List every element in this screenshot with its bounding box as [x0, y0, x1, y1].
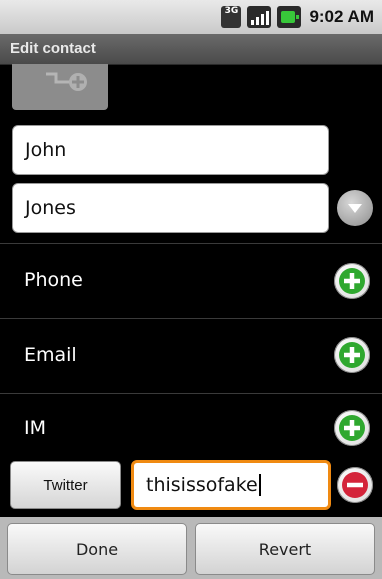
divider — [0, 318, 382, 319]
first-name-value: John — [25, 139, 67, 161]
add-photo-icon — [46, 72, 87, 91]
im-value-field[interactable]: thisissofake — [131, 460, 331, 510]
add-icon — [339, 342, 365, 368]
expand-name-button[interactable] — [337, 190, 373, 226]
chevron-down-icon — [348, 204, 362, 213]
divider — [0, 393, 382, 394]
add-icon — [339, 268, 365, 294]
status-time: 9:02 AM — [309, 7, 374, 26]
add-email-button[interactable] — [334, 337, 370, 373]
remove-im-button[interactable] — [337, 467, 373, 503]
last-name-value: Jones — [25, 197, 76, 219]
add-phone-button[interactable] — [334, 263, 370, 299]
status-bar: 3G 9:02 AM — [0, 0, 382, 34]
revert-label: Revert — [258, 539, 312, 559]
first-name-field[interactable]: John — [12, 125, 329, 175]
add-im-button[interactable] — [334, 410, 370, 446]
revert-button[interactable]: Revert — [195, 523, 375, 575]
im-type-label: Twitter — [43, 476, 88, 494]
network-3g-icon: 3G — [221, 6, 242, 28]
remove-icon — [342, 472, 368, 498]
done-button[interactable]: Done — [7, 523, 187, 575]
divider — [0, 243, 382, 244]
text-cursor — [258, 474, 261, 496]
add-icon — [339, 415, 365, 441]
section-label-email: Email — [24, 344, 77, 366]
im-type-button[interactable]: Twitter — [10, 461, 121, 509]
done-label: Done — [75, 539, 119, 559]
title-bar: Edit contact — [0, 34, 382, 65]
last-name-field[interactable]: Jones — [12, 183, 329, 233]
contact-photo-button[interactable] — [12, 64, 108, 110]
page-title: Edit contact — [10, 40, 96, 57]
bottom-action-bar: Done Revert — [0, 517, 382, 579]
signal-strength-icon — [247, 6, 272, 28]
battery-icon — [277, 6, 302, 28]
section-label-phone: Phone — [24, 269, 83, 291]
im-value: thisissofake — [146, 474, 258, 496]
section-label-im: IM — [24, 417, 46, 439]
